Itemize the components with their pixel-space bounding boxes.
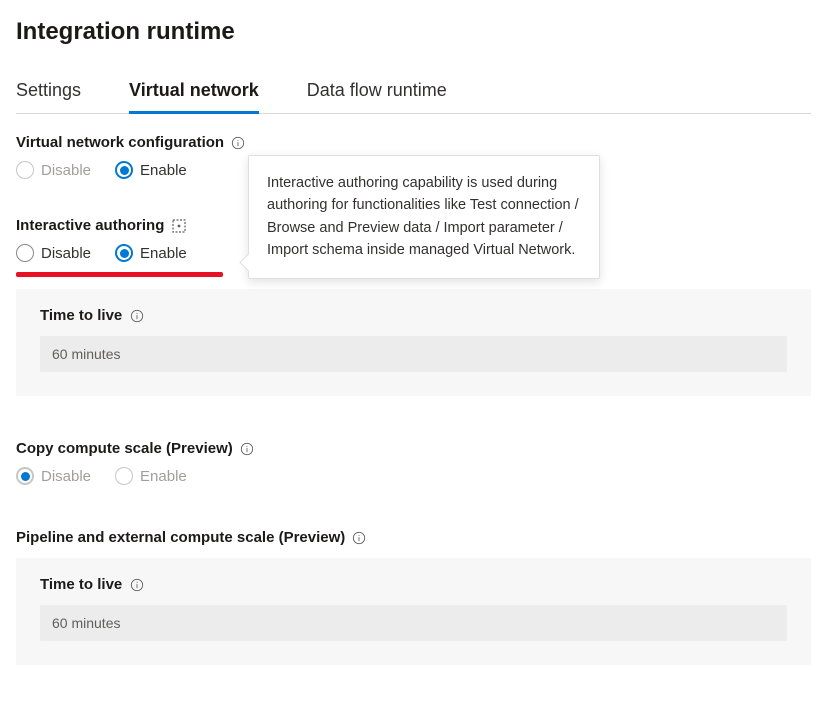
vn-config-text: Virtual network configuration <box>16 134 224 151</box>
radio-icon <box>115 244 133 262</box>
info-icon[interactable] <box>231 136 245 150</box>
ttl-card-2: Time to live 60 minutes <box>16 558 811 665</box>
info-icon[interactable] <box>130 309 144 323</box>
ttl1-field[interactable]: 60 minutes <box>40 336 787 372</box>
ttl1-label-row: Time to live <box>40 307 787 324</box>
copy-compute-label: Copy compute scale (Preview) <box>16 440 233 457</box>
pipeline-ext-label-row: Pipeline and external compute scale (Pre… <box>16 529 811 546</box>
interactive-disable[interactable]: Disable <box>16 244 91 262</box>
ttl2-label-row: Time to live <box>40 576 787 593</box>
tabs: Settings Virtual network Data flow runti… <box>16 74 811 114</box>
radio-icon <box>16 244 34 262</box>
radio-label: Enable <box>140 162 187 179</box>
square-dashed-icon[interactable] <box>171 218 187 234</box>
ttl2-field[interactable]: 60 minutes <box>40 605 787 641</box>
ttl-card-1: Time to live 60 minutes <box>16 289 811 396</box>
interactive-tooltip: Interactive authoring capability is used… <box>248 155 600 279</box>
copy-compute-radio-row: Disable Enable <box>16 467 811 485</box>
radio-icon <box>115 161 133 179</box>
red-underline-decoration <box>16 272 223 277</box>
radio-label: Disable <box>41 162 91 179</box>
radio-label: Disable <box>41 468 91 485</box>
tab-data-flow-runtime[interactable]: Data flow runtime <box>307 74 447 114</box>
radio-label: Disable <box>41 245 91 262</box>
copy-compute-label-row: Copy compute scale (Preview) <box>16 440 811 457</box>
info-icon[interactable] <box>240 442 254 456</box>
ttl1-label: Time to live <box>40 307 122 324</box>
pipeline-ext-label: Pipeline and external compute scale (Pre… <box>16 529 345 546</box>
radio-label: Enable <box>140 468 187 485</box>
vn-config-enable[interactable]: Enable <box>115 161 187 179</box>
interactive-enable[interactable]: Enable <box>115 244 187 262</box>
radio-icon <box>16 467 34 485</box>
radio-icon <box>16 161 34 179</box>
vn-config-label: Virtual network configuration <box>16 134 811 151</box>
vn-config-disable[interactable]: Disable <box>16 161 91 179</box>
ttl2-label: Time to live <box>40 576 122 593</box>
tab-settings[interactable]: Settings <box>16 74 81 114</box>
interactive-text: Interactive authoring <box>16 217 164 234</box>
info-icon[interactable] <box>130 578 144 592</box>
copy-compute-disable[interactable]: Disable <box>16 467 91 485</box>
copy-compute-enable[interactable]: Enable <box>115 467 187 485</box>
info-icon[interactable] <box>352 531 366 545</box>
page-title: Integration runtime <box>16 18 811 46</box>
radio-icon <box>115 467 133 485</box>
tab-virtual-network[interactable]: Virtual network <box>129 74 259 114</box>
radio-label: Enable <box>140 245 187 262</box>
